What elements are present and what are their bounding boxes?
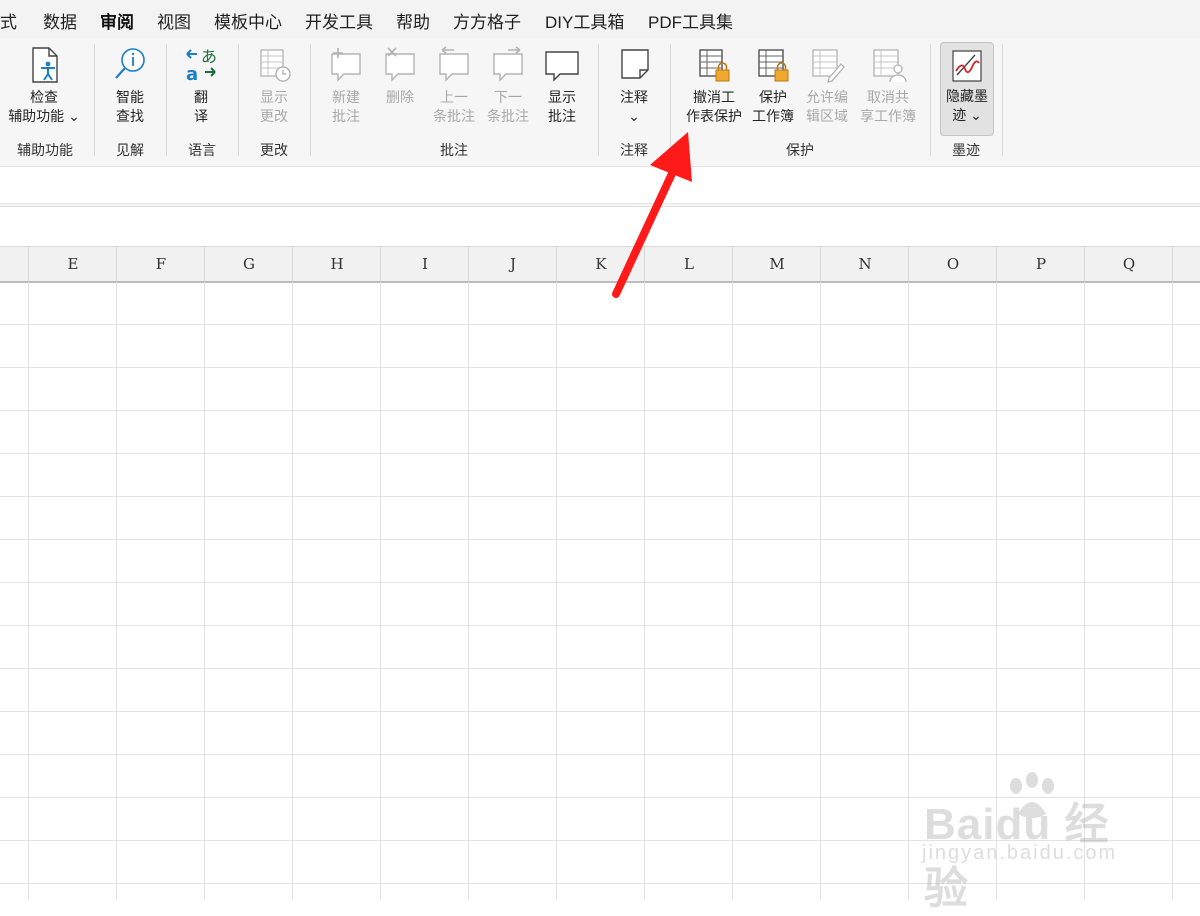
annotation-arrow-icon [612,132,692,298]
baidu-jingyan-watermark: Baidu 经验 jingyan.baidu.com [918,770,1148,913]
watermark-url: jingyan.baidu.com [922,842,1118,864]
